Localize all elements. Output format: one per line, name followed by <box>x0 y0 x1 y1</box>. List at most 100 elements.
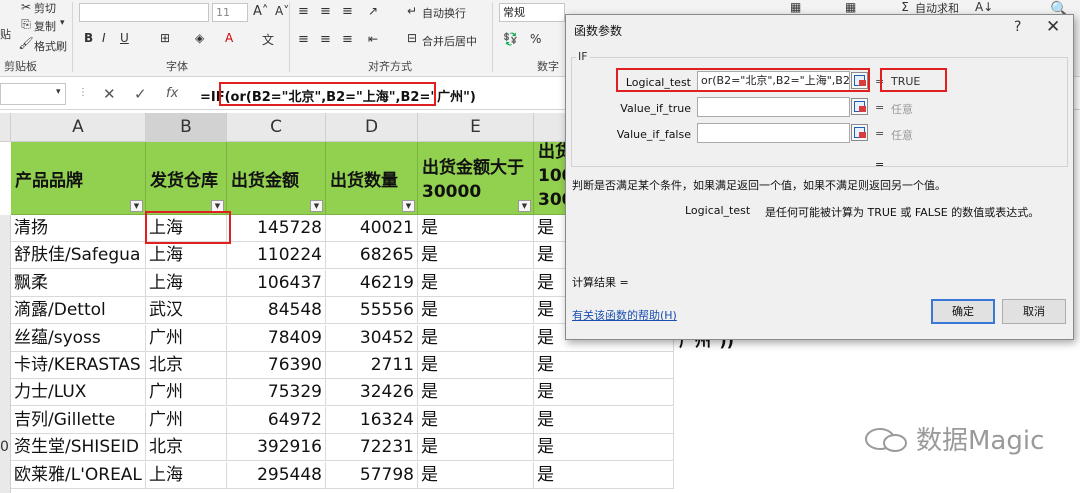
cell-brand[interactable]: 欧莱雅/L'OREAL <box>11 461 146 489</box>
cell-amount-over-30000[interactable]: 是 <box>418 434 534 462</box>
cell-warehouse[interactable]: 上海 <box>146 269 227 297</box>
cell-qty[interactable]: 57798 <box>326 461 418 489</box>
select-all-corner[interactable] <box>0 113 11 142</box>
phonetic-icon[interactable]: 文 <box>262 31 274 48</box>
collapse-dialog-button[interactable] <box>851 124 868 141</box>
align-bottom-icon[interactable]: ≡ <box>342 4 353 19</box>
filter-dropdown-icon[interactable]: ▼ <box>518 200 531 212</box>
cell-warehouse[interactable]: 上海 <box>146 242 227 270</box>
cell-warehouse[interactable]: 广州 <box>146 406 227 434</box>
percent-button[interactable]: % <box>530 32 541 46</box>
format-painter-button[interactable]: 格式刷 <box>34 38 67 54</box>
filter-dropdown-icon[interactable]: ▼ <box>402 200 415 212</box>
cell-qty[interactable]: 32426 <box>326 379 418 407</box>
merge-center-button[interactable]: 合并后居中 <box>422 33 477 49</box>
indent-icon[interactable]: ⇤ <box>368 32 378 46</box>
filter-dropdown-icon[interactable]: ▼ <box>310 200 323 212</box>
align-top-icon[interactable]: ≡ <box>298 4 309 19</box>
align-right-icon[interactable]: ≡ <box>342 32 353 47</box>
cell-amount[interactable]: 106437 <box>227 269 326 297</box>
column-header-a[interactable]: A <box>11 113 146 142</box>
column-header-e[interactable]: E <box>418 113 534 142</box>
header-cell-brand[interactable]: 产品品牌 ▼ <box>11 142 146 215</box>
close-icon[interactable]: ✕ <box>1046 17 1060 37</box>
cell-amount[interactable]: 84548 <box>227 297 326 325</box>
cell-qty[interactable]: 30452 <box>326 324 418 352</box>
number-format-select[interactable]: 常规 <box>499 3 565 22</box>
delete-cells-icon[interactable]: ▦ <box>845 0 856 14</box>
cell-amount-over-30000[interactable]: 是 <box>418 379 534 407</box>
cell-amount[interactable]: 64972 <box>227 406 326 434</box>
cell-brand[interactable]: 卡诗/KERASTAS <box>11 352 146 379</box>
value-if-true-input[interactable] <box>697 97 850 117</box>
font-color-icon[interactable]: A <box>225 31 233 45</box>
cell-warehouse[interactable]: 广州 <box>146 379 227 407</box>
sort-filter-icon[interactable]: A↓ <box>975 0 993 14</box>
cell-qty[interactable]: 16324 <box>326 406 418 434</box>
cell-amount[interactable]: 145728 <box>227 215 326 242</box>
cell-amount[interactable]: 75329 <box>227 379 326 407</box>
cell-brand[interactable]: 清扬 <box>11 215 146 242</box>
header-cell-amount[interactable]: 出货金额 ▼ <box>227 142 326 215</box>
cell-warehouse[interactable]: 北京 <box>146 352 227 379</box>
function-help-link[interactable]: 有关该函数的帮助(H) <box>572 307 677 323</box>
border-icon[interactable]: ⊞ <box>160 31 170 45</box>
align-left-icon[interactable]: ≡ <box>298 32 309 47</box>
header-cell-amount-over-30000[interactable]: 出货金额大于 30000 ▼ <box>418 142 534 215</box>
align-middle-icon[interactable]: ≡ <box>320 4 331 19</box>
header-cell-qty[interactable]: 出货数量 ▼ <box>326 142 418 215</box>
filter-dropdown-icon[interactable]: ▼ <box>130 200 143 212</box>
collapse-dialog-button[interactable] <box>851 98 868 115</box>
help-icon[interactable]: ? <box>1014 19 1021 35</box>
cell-amount[interactable]: 295448 <box>227 461 326 489</box>
orientation-icon[interactable]: ↗ <box>368 4 378 18</box>
cell-amount[interactable]: 110224 <box>227 242 326 270</box>
cell-qty[interactable]: 46219 <box>326 269 418 297</box>
column-header-c[interactable]: C <box>227 113 326 142</box>
wrap-text-button[interactable]: 自动换行 <box>422 5 466 21</box>
decrease-font-icon[interactable]: A˅ <box>275 4 289 18</box>
column-header-d[interactable]: D <box>326 113 418 142</box>
copy-button[interactable]: 复制 <box>34 18 56 34</box>
cell-warehouse[interactable]: 上海 <box>146 461 227 489</box>
cell-f[interactable]: 是 <box>534 461 674 489</box>
cell-amount[interactable]: 76390 <box>227 352 326 379</box>
name-box-dropdown-icon[interactable]: ▾ <box>56 87 61 97</box>
cell-brand[interactable]: 飘柔 <box>11 269 146 297</box>
cell-amount-over-30000[interactable]: 是 <box>418 324 534 352</box>
cell-amount-over-30000[interactable]: 是 <box>418 242 534 270</box>
column-header-b[interactable]: B <box>146 113 227 142</box>
enter-formula-icon[interactable]: ✓ <box>134 85 147 103</box>
cell-f[interactable]: 是 <box>534 379 674 407</box>
cell-amount-over-30000[interactable]: 是 <box>418 269 534 297</box>
font-size-select[interactable]: 11 <box>212 3 248 22</box>
currency-icon[interactable]: 💱 <box>503 32 518 46</box>
cell-f[interactable]: 是 <box>534 406 674 434</box>
copy-dropdown-icon[interactable]: ▾ <box>60 18 65 28</box>
cell-warehouse[interactable]: 广州 <box>146 324 227 352</box>
insert-cells-icon[interactable]: ▦ <box>790 0 801 14</box>
cell-amount-over-30000[interactable]: 是 <box>418 461 534 489</box>
cell-amount-over-30000[interactable]: 是 <box>418 215 534 242</box>
increase-font-icon[interactable]: A˄ <box>253 4 268 19</box>
paste-label[interactable]: 贴 <box>0 26 11 42</box>
cell-f[interactable]: 是 <box>534 352 674 379</box>
bold-icon[interactable]: B <box>84 31 93 45</box>
fill-color-icon[interactable]: ◈ <box>195 31 204 45</box>
cancel-button[interactable]: 取消 <box>1002 299 1066 324</box>
cell-brand[interactable]: 舒肤佳/Safegua <box>11 242 146 270</box>
italic-icon[interactable]: I <box>102 31 106 45</box>
cell-amount[interactable]: 78409 <box>227 324 326 352</box>
align-center-icon[interactable]: ≡ <box>320 32 331 47</box>
value-if-false-input[interactable] <box>697 123 850 143</box>
cell-qty[interactable]: 72231 <box>326 434 418 462</box>
cell-amount-over-30000[interactable]: 是 <box>418 406 534 434</box>
ok-button[interactable]: 确定 <box>931 299 995 324</box>
cell-brand[interactable]: 力士/LUX <box>11 379 146 407</box>
cell-f[interactable]: 是 <box>534 434 674 462</box>
cut-button[interactable]: 剪切 <box>34 0 56 16</box>
cell-qty[interactable]: 55556 <box>326 297 418 325</box>
cell-qty[interactable]: 68265 <box>326 242 418 270</box>
cell-brand[interactable]: 滴露/Dettol <box>11 297 146 325</box>
underline-icon[interactable]: U <box>120 31 129 45</box>
